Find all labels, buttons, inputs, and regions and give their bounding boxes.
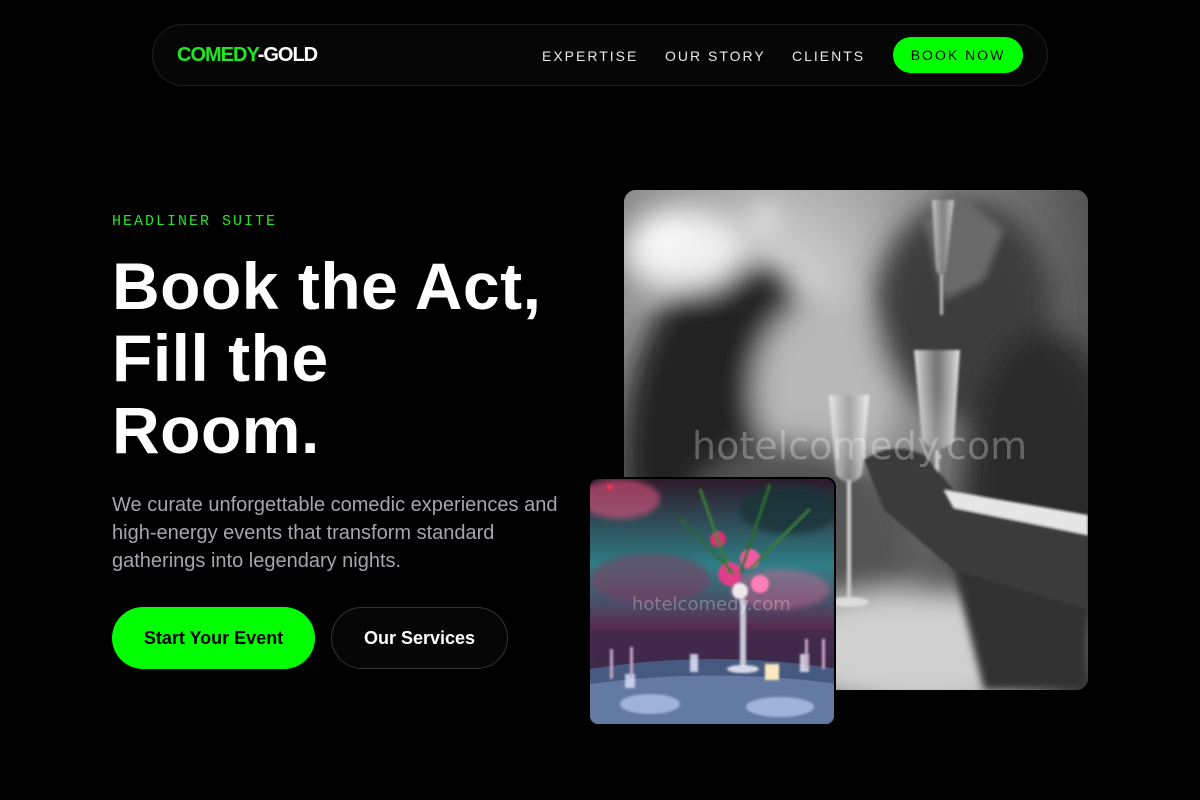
hero-eyebrow: HEADLINER SUITE [112, 213, 278, 230]
nav-link-our-story[interactable]: OUR STORY [665, 47, 766, 65]
main-photo-watermark: hotelcomedy.com [692, 424, 1028, 468]
brand-logo-part2: -GOLD [257, 44, 318, 66]
inset-photo-watermark: hotelcomedy.com [632, 594, 791, 615]
nav-link-expertise[interactable]: EXPERTISE [542, 47, 638, 65]
start-event-button[interactable]: Start Your Event [112, 607, 315, 669]
hero-inset-photo: hotelcomedy.com [588, 477, 836, 726]
headline-line-1: Book the Act, [112, 249, 542, 323]
hero-headline: Book the Act, Fill the Room. [112, 250, 602, 466]
headline-line-2: Fill the [112, 321, 329, 395]
our-services-button[interactable]: Our Services [331, 607, 508, 669]
nav-link-clients[interactable]: CLIENTS [792, 47, 865, 65]
book-now-button[interactable]: BOOK NOW [893, 37, 1023, 73]
brand-logo-part1: COMEDY [177, 44, 259, 66]
brand-logo[interactable]: COMEDY-GOLD [177, 43, 318, 67]
headline-line-3: Room. [112, 393, 320, 467]
top-navbar: COMEDY-GOLD EXPERTISE OUR STORY CLIENTS … [152, 24, 1048, 86]
hero-description: We curate unforgettable comedic experien… [112, 494, 558, 572]
